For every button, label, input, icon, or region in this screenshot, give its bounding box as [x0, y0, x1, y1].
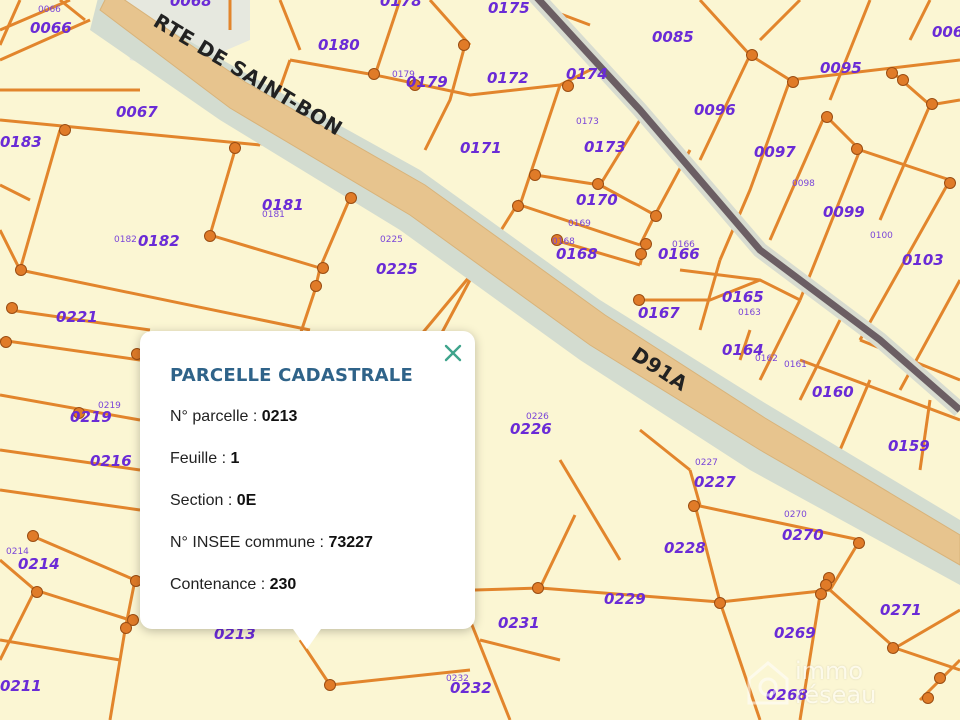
row-insee: N° INSEE commune : 73227 [170, 534, 373, 551]
svg-text:0103: 0103 [902, 251, 944, 269]
svg-text:0182: 0182 [138, 232, 180, 250]
svg-text:0269: 0269 [774, 624, 816, 642]
svg-text:0085: 0085 [652, 28, 694, 46]
popup-title: PARCELLE CADASTRALE [170, 365, 413, 386]
svg-text:0181: 0181 [262, 196, 304, 214]
svg-text:0066: 0066 [932, 23, 960, 41]
svg-text:0214: 0214 [18, 555, 60, 573]
feuille-value: 1 [230, 450, 240, 467]
watermark: immo réseau [745, 655, 955, 715]
svg-text:0173: 0173 [584, 138, 626, 156]
svg-text:0168: 0168 [556, 245, 598, 263]
svg-text:0227: 0227 [694, 473, 736, 491]
svg-text:0270: 0270 [782, 526, 824, 544]
parcel-number-value: 0213 [261, 408, 298, 425]
row-feuille: Feuille : 1 [170, 450, 240, 467]
svg-text:0227: 0227 [695, 458, 718, 468]
house-logo-icon [747, 661, 789, 705]
svg-text:0226: 0226 [510, 420, 552, 438]
svg-text:0228: 0228 [664, 539, 706, 557]
svg-text:0173: 0173 [576, 117, 599, 127]
row-contenance: Contenance : 230 [170, 576, 297, 593]
svg-text:0067: 0067 [116, 103, 158, 121]
svg-text:0179: 0179 [406, 73, 448, 91]
svg-text:0096: 0096 [694, 101, 736, 119]
insee-value: 73227 [328, 534, 373, 551]
close-icon[interactable] [441, 341, 465, 365]
svg-text:0163: 0163 [738, 308, 761, 318]
svg-text:0097: 0097 [754, 143, 796, 161]
svg-text:0171: 0171 [460, 139, 502, 157]
svg-text:0099: 0099 [823, 203, 865, 221]
svg-text:0178: 0178 [380, 0, 422, 10]
svg-text:0100: 0100 [870, 231, 893, 241]
svg-text:0175: 0175 [488, 0, 530, 17]
svg-text:0172: 0172 [487, 69, 529, 87]
row-parcel-number: N° parcelle : 0213 [170, 408, 298, 425]
svg-text:0164: 0164 [722, 341, 764, 359]
svg-text:0169: 0169 [568, 219, 591, 229]
svg-text:0066: 0066 [30, 19, 72, 37]
svg-text:0167: 0167 [638, 304, 680, 322]
svg-text:0095: 0095 [820, 59, 862, 77]
svg-text:0219: 0219 [70, 408, 112, 426]
svg-text:0221: 0221 [56, 308, 98, 326]
svg-text:0098: 0098 [792, 179, 815, 189]
parcel-popup: PARCELLE CADASTRALE N° parcelle : 0213 F… [140, 331, 475, 649]
svg-text:0183: 0183 [0, 133, 42, 151]
svg-text:0170: 0170 [576, 191, 618, 209]
svg-text:0270: 0270 [784, 510, 807, 520]
svg-text:0216: 0216 [90, 452, 132, 470]
svg-text:0231: 0231 [498, 614, 540, 632]
svg-text:0180: 0180 [318, 36, 360, 54]
svg-text:0159: 0159 [888, 437, 930, 455]
svg-text:0160: 0160 [812, 383, 854, 401]
contenance-value: 230 [269, 576, 297, 593]
svg-text:0229: 0229 [604, 590, 646, 608]
svg-text:0182: 0182 [114, 235, 137, 245]
svg-text:0066: 0066 [38, 5, 61, 15]
svg-text:0161: 0161 [784, 360, 807, 370]
svg-text:0068: 0068 [170, 0, 212, 10]
svg-text:0232: 0232 [450, 679, 492, 697]
watermark-text: immo réseau [795, 657, 877, 709]
svg-text:0211: 0211 [0, 677, 42, 695]
svg-text:0225: 0225 [380, 235, 403, 245]
svg-text:0225: 0225 [376, 260, 418, 278]
svg-text:0174: 0174 [566, 65, 608, 83]
row-section: Section : 0E [170, 492, 257, 509]
svg-text:0166: 0166 [658, 245, 700, 263]
section-value: 0E [236, 492, 257, 509]
svg-text:0271: 0271 [880, 601, 922, 619]
svg-text:0165: 0165 [722, 288, 764, 306]
